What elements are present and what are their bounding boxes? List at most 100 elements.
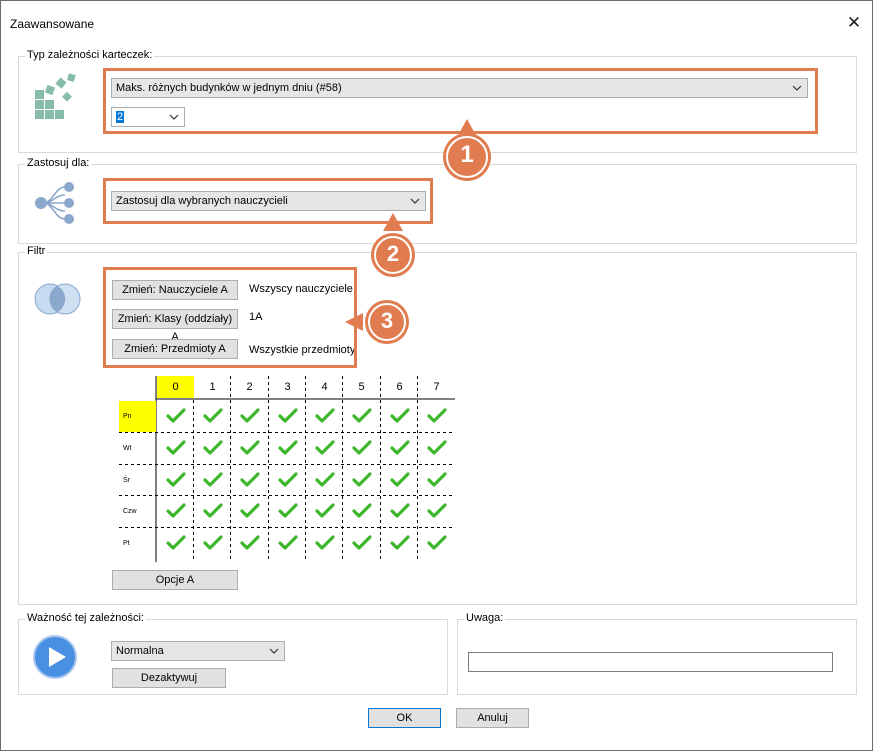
grid-cell[interactable]	[306, 528, 343, 559]
note-input[interactable]	[468, 652, 833, 672]
check-icon	[203, 440, 223, 455]
grid-cell[interactable]	[343, 433, 380, 464]
col-header[interactable]: 5	[343, 376, 380, 398]
col-header[interactable]: 2	[231, 376, 268, 398]
col-header[interactable]: 4	[306, 376, 343, 398]
grid-cell[interactable]	[381, 465, 418, 496]
grid-cell[interactable]	[418, 401, 455, 432]
grid-cell[interactable]	[194, 465, 231, 496]
cancel-button[interactable]: Anuluj	[456, 708, 529, 728]
grid-cell[interactable]	[306, 465, 343, 496]
options-button[interactable]: Opcje A	[112, 570, 238, 590]
col-header[interactable]: 1	[194, 376, 231, 398]
check-icon	[166, 472, 186, 487]
tree-icon	[33, 181, 83, 227]
grid-cell[interactable]	[231, 496, 268, 527]
play-icon	[33, 635, 77, 679]
grid-cell[interactable]	[343, 528, 380, 559]
deactivate-button[interactable]: Dezaktywuj	[112, 668, 226, 688]
grid-cell[interactable]	[194, 401, 231, 432]
grid-cell[interactable]	[381, 496, 418, 527]
grid-cell[interactable]	[306, 496, 343, 527]
row-header[interactable]: Czw	[119, 496, 156, 527]
check-icon	[278, 472, 298, 487]
check-icon	[352, 535, 372, 550]
row-header[interactable]: Wt	[119, 433, 156, 464]
cards-icon	[33, 73, 83, 123]
grid-cell[interactable]	[306, 433, 343, 464]
grid-cell[interactable]	[269, 433, 306, 464]
check-icon	[390, 503, 410, 518]
grid-cell[interactable]	[231, 401, 268, 432]
importance-select[interactable]: Normalna	[111, 641, 285, 661]
callout-number: 1	[460, 141, 474, 168]
check-icon	[390, 440, 410, 455]
check-icon	[240, 440, 260, 455]
grid-cell[interactable]	[343, 465, 380, 496]
check-icon	[278, 408, 298, 423]
grid-cell[interactable]	[157, 496, 194, 527]
grid-cell[interactable]	[194, 528, 231, 559]
check-icon	[166, 535, 186, 550]
grid-cell[interactable]	[381, 401, 418, 432]
grid-cell[interactable]	[343, 401, 380, 432]
col-header[interactable]: 7	[418, 376, 455, 398]
chevron-down-icon	[269, 648, 279, 654]
check-icon	[203, 535, 223, 550]
check-icon	[315, 535, 335, 550]
grid-cell[interactable]	[343, 496, 380, 527]
check-icon	[427, 472, 447, 487]
grid-cell[interactable]	[269, 465, 306, 496]
grid-cell[interactable]	[418, 465, 455, 496]
grid-cell[interactable]	[157, 401, 194, 432]
apply-group-label: Zastosuj dla:	[25, 157, 92, 169]
check-icon	[166, 408, 186, 423]
check-icon	[427, 440, 447, 455]
callout-badge-1: 1	[441, 119, 501, 185]
row-header[interactable]: Pt	[119, 528, 156, 559]
grid-cell[interactable]	[269, 496, 306, 527]
check-icon	[390, 535, 410, 550]
grid-cell[interactable]	[157, 465, 194, 496]
check-icon	[352, 503, 372, 518]
check-icon	[315, 440, 335, 455]
type-group-label: Typ zależności karteczek:	[25, 49, 155, 61]
row-header[interactable]: Pn	[119, 401, 156, 432]
check-icon	[390, 472, 410, 487]
grid-cell[interactable]	[231, 433, 268, 464]
grid-cell[interactable]	[418, 496, 455, 527]
callout-number: 2	[386, 241, 400, 266]
close-icon[interactable]: ✕	[844, 13, 864, 33]
col-header[interactable]: 0	[157, 376, 194, 398]
grid-cell[interactable]	[269, 528, 306, 559]
note-group-label: Uwaga:	[464, 612, 506, 624]
ok-button[interactable]: OK	[368, 708, 441, 728]
grid-cell[interactable]	[269, 401, 306, 432]
check-icon	[427, 408, 447, 423]
check-icon	[203, 472, 223, 487]
check-icon	[390, 408, 410, 423]
row-header[interactable]: Śr	[119, 465, 156, 496]
check-icon	[240, 472, 260, 487]
check-icon	[203, 503, 223, 518]
grid-cell[interactable]	[194, 496, 231, 527]
advanced-dialog: Zaawansowane ✕ Typ zależności karteczek:…	[0, 0, 873, 751]
grid-cell[interactable]	[157, 528, 194, 559]
grid-cell[interactable]	[231, 528, 268, 559]
grid-cell[interactable]	[157, 433, 194, 464]
grid-cell[interactable]	[381, 528, 418, 559]
callout-number: 3	[380, 308, 394, 333]
grid-cell[interactable]	[306, 401, 343, 432]
grid-cell[interactable]	[418, 433, 455, 464]
grid-cell[interactable]	[194, 433, 231, 464]
check-icon	[240, 535, 260, 550]
check-icon	[240, 408, 260, 423]
col-header[interactable]: 6	[381, 376, 418, 398]
grid-cell[interactable]	[381, 433, 418, 464]
grid-cell[interactable]	[231, 465, 268, 496]
check-icon	[352, 472, 372, 487]
check-icon	[315, 408, 335, 423]
check-icon	[427, 503, 447, 518]
col-header[interactable]: 3	[269, 376, 306, 398]
grid-cell[interactable]	[418, 528, 455, 559]
